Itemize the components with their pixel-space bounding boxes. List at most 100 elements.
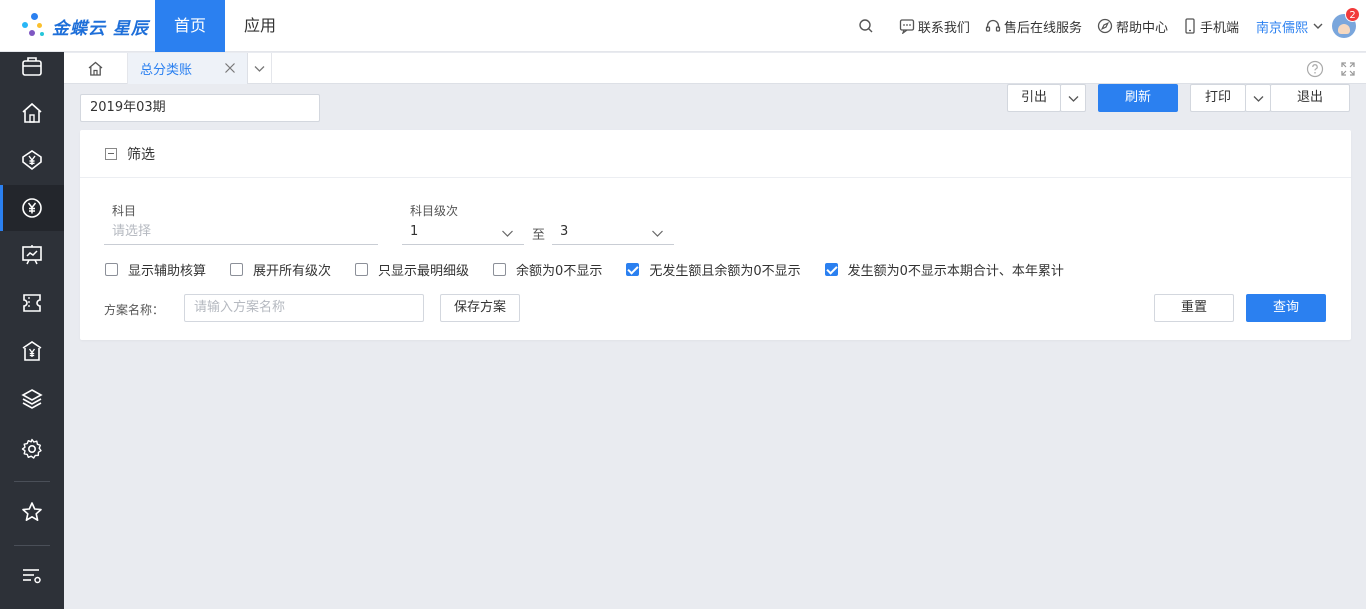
level-to-select[interactable]: 3 (552, 219, 674, 245)
account-select[interactable]: 请选择 (104, 219, 378, 245)
sidebar-divider (14, 545, 50, 546)
checkbox[interactable] (230, 262, 244, 276)
tab-tools (1290, 53, 1356, 84)
option-label: 显示辅助核算 (128, 263, 207, 279)
help-button[interactable] (1306, 60, 1324, 78)
star-icon (22, 502, 42, 521)
nav-tab-home[interactable]: 首页 (155, 0, 225, 52)
refresh-button[interactable]: 刷新 (1098, 84, 1178, 112)
chevron-down-icon (502, 230, 513, 237)
print-button[interactable]: 打印 (1190, 84, 1246, 112)
avatar[interactable]: 2 (1332, 7, 1360, 38)
tab-home[interactable] (64, 53, 128, 84)
save-scheme-button[interactable]: 保存方案 (440, 294, 520, 322)
option-label: 余额为0不显示 (516, 263, 603, 279)
export-dropdown-button[interactable] (1060, 84, 1086, 112)
chevron-down-icon (1068, 95, 1078, 102)
level-to-value: 3 (560, 224, 569, 239)
checkbox[interactable] (355, 262, 369, 276)
fullscreen-button[interactable] (1340, 61, 1356, 77)
headset-icon (985, 19, 1001, 32)
tab-general-ledger[interactable]: 总分类账 (128, 53, 248, 84)
contact-us-label: 联系我们 (917, 20, 970, 36)
tab-bar: 总分类账 (64, 53, 1366, 84)
filter-title: 筛选 (127, 146, 155, 163)
sidebar-item-favorites[interactable] (0, 489, 64, 535)
home-icon (22, 102, 42, 123)
top-bar: 金蝶云 星辰 首页 应用 联系我们 售后在线服务 帮助中心 手机端 南京儒熙 2 (0, 0, 1366, 52)
sidebar-item-invoices[interactable] (0, 280, 64, 326)
option-leaf-only[interactable]: 只显示最明细级 (355, 260, 469, 279)
help-icon (1306, 60, 1324, 77)
scheme-name-label: 方案名称： (104, 303, 165, 317)
option-label: 展开所有级次 (253, 263, 332, 279)
after-sales-label: 售后在线服务 (1003, 20, 1082, 36)
option-label: 发生额为0不显示本期合计、本年累计 (847, 263, 1064, 279)
nav-tab-apps[interactable]: 应用 (232, 0, 288, 52)
option-hide-zero-activity-totals[interactable]: 发生额为0不显示本期合计、本年累计 (824, 260, 1064, 279)
checkbox-checked[interactable] (626, 262, 640, 276)
checkbox-checked[interactable] (824, 262, 838, 276)
export-button[interactable]: 引出 (1007, 84, 1061, 112)
level-from-select[interactable]: 1 (402, 219, 524, 245)
checkbox[interactable] (493, 262, 507, 276)
sidebar-item-reports[interactable] (0, 232, 64, 278)
sidebar-item-bank[interactable] (0, 328, 64, 374)
bank-icon (22, 341, 42, 361)
after-sales-link[interactable]: 售后在线服务 (985, 17, 1082, 36)
option-expand-all-levels[interactable]: 展开所有级次 (230, 260, 331, 279)
collapse-icon[interactable] (105, 147, 117, 160)
user-name[interactable]: 南京儒熙 (1256, 17, 1308, 36)
compass-icon (1097, 18, 1113, 34)
yen-circle-icon (22, 198, 42, 218)
reset-button[interactable]: 重置 (1154, 294, 1234, 322)
sidebar-item-home[interactable] (0, 90, 64, 136)
home-icon (88, 61, 103, 76)
checkbox[interactable] (105, 262, 118, 276)
logo-mark-icon (22, 13, 48, 39)
query-button[interactable]: 查询 (1246, 294, 1326, 322)
contact-us-link[interactable]: 联系我们 (899, 17, 970, 36)
filter-panel: 筛选 科目 请选择 科目级次 1 至 3 显示辅助核算 展开所有级次 只显示最明… (80, 130, 1351, 340)
help-center-label: 帮助中心 (1115, 20, 1168, 36)
tab-list-dropdown[interactable] (248, 53, 272, 84)
account-label: 科目 (112, 204, 137, 218)
chevron-down-icon[interactable] (1312, 20, 1324, 32)
gear-icon (21, 438, 42, 459)
sidebar-divider (14, 481, 50, 482)
mobile-link[interactable]: 手机端 (1183, 17, 1239, 36)
option-show-auxiliary[interactable]: 显示辅助核算 (105, 260, 206, 279)
notification-badge: 2 (1345, 7, 1360, 22)
ticket-icon (23, 294, 41, 312)
sidebar (0, 52, 64, 609)
sidebar-item-finance[interactable] (0, 137, 64, 183)
option-hide-zero-balance[interactable]: 余额为0不显示 (493, 260, 602, 279)
option-hide-no-activity-zero-balance[interactable]: 无发生额且余额为0不显示 (626, 260, 801, 279)
level-label: 科目级次 (410, 204, 459, 218)
chevron-down-icon (1253, 95, 1263, 102)
sidebar-item-settings[interactable] (0, 426, 64, 472)
tab-general-ledger-label: 总分类账 (140, 63, 193, 78)
mobile-label: 手机端 (1199, 20, 1239, 36)
finance-shield-icon (22, 150, 42, 171)
briefcase-icon (22, 57, 42, 76)
filter-header[interactable]: 筛选 (80, 130, 1351, 178)
period-selector[interactable]: 2019年03期 (80, 94, 320, 122)
options-row: 显示辅助核算 展开所有级次 只显示最明细级 余额为0不显示 无发生额且余额为0不… (105, 260, 1088, 279)
sidebar-item-accounting[interactable] (0, 185, 64, 231)
option-label: 只显示最明细级 (378, 263, 470, 279)
fullscreen-icon (1341, 61, 1355, 76)
sidebar-item-workbench[interactable] (0, 43, 64, 89)
scheme-name-input[interactable]: 请输入方案名称 (184, 294, 424, 322)
search-button[interactable] (858, 18, 877, 34)
report-chart-icon (22, 245, 42, 265)
exit-button[interactable]: 退出 (1270, 84, 1350, 112)
sidebar-item-assets[interactable] (0, 376, 64, 422)
close-icon[interactable] (223, 61, 237, 75)
logo[interactable]: 金蝶云 星辰 (22, 10, 149, 42)
mobile-icon (1185, 18, 1195, 34)
chevron-down-icon (254, 66, 265, 72)
sidebar-item-menu-settings[interactable] (0, 553, 64, 599)
print-dropdown-button[interactable] (1245, 84, 1271, 112)
help-center-link[interactable]: 帮助中心 (1097, 17, 1168, 36)
